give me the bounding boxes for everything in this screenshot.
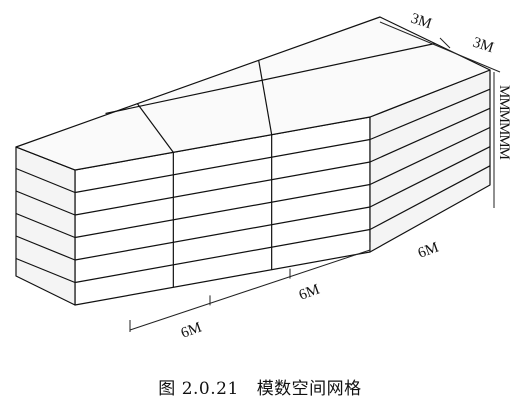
figure-caption: 图 2.0.21 模数空间网格 (0, 374, 520, 399)
dim-label-height: MMMMMM (496, 85, 512, 160)
grid-geometry (15, 16, 491, 306)
caption-number: 图 2.0.21 (158, 379, 239, 399)
dim-label-width-3: 6M (416, 240, 441, 262)
dim-label-depth-2: 3M (471, 35, 496, 57)
dim-label-depth-1: 3M (409, 11, 434, 33)
dim-label-width-1: 6M (179, 320, 204, 342)
figure: 3M 3M MMMMMM 6M 6M 6M 图 2.0.21 模数空间网格 (0, 0, 520, 413)
modular-space-grid-diagram: 3M 3M MMMMMM 6M 6M 6M (15, 11, 512, 342)
dim-label-width-2: 6M (297, 282, 322, 304)
caption-title: 模数空间网格 (256, 379, 362, 399)
